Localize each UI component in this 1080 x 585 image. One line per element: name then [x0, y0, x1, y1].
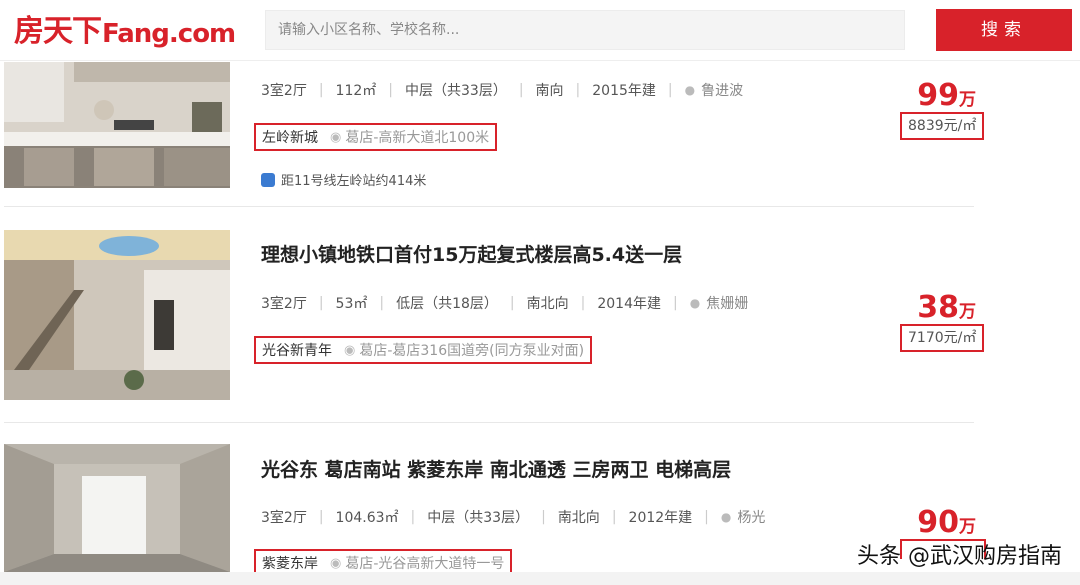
agent-icon: ● — [689, 296, 701, 310]
room-layout: 3室2厅 — [261, 510, 307, 526]
orientation: 南向 — [535, 83, 564, 99]
community-address: 光谷新青年 ◉ 葛店-葛店316国道旁(同方泵业对面) — [254, 336, 593, 364]
unit-price: 8839元/㎡ — [900, 112, 985, 140]
floor-area: 104.63㎡ — [335, 510, 399, 526]
listing-photo-kitchen[interactable] — [4, 62, 230, 188]
room-layout: 3室2厅 — [261, 296, 307, 312]
total-price: 99万 — [917, 78, 976, 113]
price-unit: 万 — [959, 90, 976, 110]
meta-separator: | — [611, 509, 617, 525]
orientation: 南北向 — [526, 296, 569, 312]
meta-separator: | — [410, 509, 416, 525]
search-input[interactable]: 请输入小区名称、学校名称... — [265, 10, 905, 50]
price-number: 90 — [917, 505, 959, 540]
total-price: 38万 — [917, 290, 976, 325]
meta-separator: | — [318, 82, 324, 98]
site-header: 房天下 Fang.com 请输入小区名称、学校名称... 搜索 — [0, 0, 1080, 61]
listing-meta: 3室2厅 | 112㎡ | 中层（共33层） | 南向 | 2015年建 | ●… — [261, 80, 743, 100]
room-layout: 3室2厅 — [261, 83, 307, 99]
build-year: 2014年建 — [597, 296, 661, 312]
listing-divider — [4, 206, 974, 207]
meta-separator: | — [388, 82, 393, 98]
meta-separator: | — [518, 82, 524, 98]
address-text: 葛店-葛店316国道旁(同方泵业对面) — [359, 343, 585, 359]
meta-separator: | — [318, 295, 324, 311]
floor-level: 中层（共33层） — [427, 510, 530, 526]
listing-title[interactable]: 光谷东 葛店南站 紫菱东岸 南北通透 三房两卫 电梯高层 — [261, 455, 731, 482]
meta-separator: | — [704, 509, 709, 525]
orientation: 南北向 — [557, 510, 600, 526]
floor-area: 112㎡ — [335, 83, 377, 99]
community-name[interactable]: 光谷新青年 — [262, 340, 332, 360]
metro-info: 距11号线左岭站约414米 — [261, 170, 426, 189]
meta-separator: | — [673, 295, 678, 311]
metro-distance: 距11号线左岭站约414米 — [281, 174, 427, 189]
price-number: 99 — [917, 78, 959, 113]
agent-icon: ● — [720, 510, 732, 524]
listing-title[interactable]: 理想小镇地铁口首付15万起复式楼层高5.4送一层 — [261, 240, 682, 267]
meta-separator: | — [318, 509, 324, 525]
location-pin-icon: ◉ — [344, 342, 356, 358]
agent-name[interactable]: 杨光 — [737, 507, 765, 527]
logo-chinese-text: 房天下 — [14, 14, 102, 49]
agent-name[interactable]: 鲁进波 — [701, 80, 743, 100]
search-button[interactable]: 搜索 — [936, 9, 1072, 51]
meta-separator: | — [541, 509, 546, 525]
listing-divider — [4, 422, 974, 423]
metro-icon — [261, 172, 275, 187]
meta-separator: | — [580, 295, 586, 311]
build-year: 2012年建 — [628, 510, 693, 526]
build-year: 2015年建 — [592, 83, 656, 99]
meta-separator: | — [667, 82, 673, 98]
community-address: 左岭新城 ◉ 葛店-高新大道北100米 — [254, 123, 498, 151]
floor-area: 53㎡ — [335, 296, 368, 312]
listing-photo-loft[interactable] — [4, 230, 230, 400]
listing-meta: 3室2厅 | 53㎡ | 低层（共18层） | 南北向 | 2014年建 | ●… — [261, 293, 748, 313]
location-pin-icon: ◉ — [330, 129, 342, 145]
logo-english-text: Fang.com — [102, 19, 236, 49]
page-bottom-strip — [0, 572, 1080, 585]
meta-separator: | — [379, 295, 385, 311]
meta-separator: | — [575, 82, 581, 98]
listing-photo-empty-room[interactable] — [4, 444, 230, 572]
agent-name[interactable]: 焦姗姗 — [706, 293, 748, 313]
location-pin-icon: ◉ — [330, 555, 342, 571]
price-unit: 万 — [959, 517, 976, 537]
floor-level: 中层（共33层） — [405, 83, 507, 99]
watermark: 头条 @武汉购房指南 — [857, 544, 1062, 569]
address-text: 葛店-高新大道北100米 — [345, 130, 490, 146]
listing-meta: 3室2厅 | 104.63㎡ | 中层（共33层） | 南北向 | 2012年建… — [261, 507, 765, 527]
total-price: 90万 — [917, 505, 976, 540]
unit-price: 7170元/㎡ — [900, 324, 985, 352]
community-name[interactable]: 紫菱东岸 — [262, 553, 318, 573]
price-unit: 万 — [959, 302, 976, 322]
address-text: 葛店-光谷高新大道特一号 — [345, 556, 505, 572]
fang-logo[interactable]: 房天下 Fang.com — [14, 8, 236, 52]
community-name[interactable]: 左岭新城 — [262, 127, 318, 147]
price-number: 38 — [917, 290, 959, 325]
floor-level: 低层（共18层） — [396, 296, 498, 312]
meta-separator: | — [509, 295, 515, 311]
agent-icon: ● — [684, 83, 696, 97]
